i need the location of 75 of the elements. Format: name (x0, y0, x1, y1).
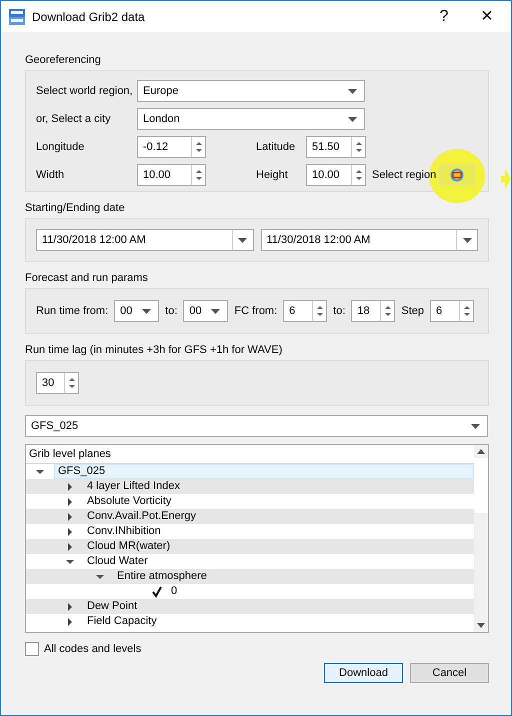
field-label: to: (333, 305, 346, 317)
expand-caret-icon[interactable] (66, 498, 74, 506)
highlight-arrow (501, 167, 511, 191)
select-region-button[interactable] (439, 165, 475, 185)
expand-caret-icon[interactable] (66, 482, 74, 490)
scrollbar[interactable] (474, 445, 488, 632)
section-label: Run time lag (in minutes +3h for GFS +1h for WAVE) (25, 344, 284, 356)
spin-arrows-icon (462, 304, 471, 318)
checkbox[interactable] (150, 585, 163, 598)
field-label: to: (165, 305, 178, 317)
spin-arrows-icon (384, 304, 392, 318)
field-label: Run time from: (36, 305, 108, 317)
spin-arrows-icon (194, 140, 202, 154)
scroll-up-arrow-icon[interactable] (477, 449, 485, 454)
field-label: Latitude (256, 141, 296, 153)
expand-caret-icon[interactable] (66, 602, 74, 610)
dropdown-caret-icon (348, 116, 357, 122)
section-label: Starting/Ending date (25, 202, 126, 214)
dropdown-caret-icon (348, 88, 357, 94)
map-region-icon (450, 168, 464, 182)
tree-item[interactable]: Conv.Avail.Pot.Energy (26, 509, 474, 524)
tree-item[interactable]: Cloud MR(water) (26, 539, 474, 554)
collapse-caret-icon[interactable] (36, 468, 44, 476)
expand-caret-icon[interactable] (66, 618, 74, 626)
dropdown-caret-icon (238, 238, 247, 242)
section-label: Forecast and run params (25, 272, 149, 284)
dialog-button[interactable]: Download (324, 663, 403, 683)
hour-dropdown[interactable]: 00 (183, 300, 228, 322)
model-dropdown[interactable]: GFS_025 (25, 415, 488, 437)
spin-arrows-icon (68, 376, 76, 390)
height-spinbox[interactable]: 10.00 (306, 164, 366, 186)
field-label: FC from: (234, 305, 278, 317)
spin-arrows-icon (354, 140, 362, 154)
spin-arrows-icon (194, 168, 202, 182)
end-date-picker[interactable]: 11/30/2018 12:00 AM (260, 229, 478, 251)
checkbox[interactable] (25, 642, 39, 656)
spin-arrows-icon (316, 304, 324, 318)
dropdown-caret-icon (142, 308, 152, 314)
start-date-picker[interactable]: 11/30/2018 12:00 AM (36, 229, 254, 251)
dropdown-caret-icon (211, 308, 220, 314)
window-title: Download Grib2 data (32, 10, 146, 24)
checkbox-label: All codes and levels (44, 643, 142, 655)
hour-spinbox[interactable]: 6 (430, 300, 474, 322)
spin-arrows-icon (354, 168, 362, 182)
hour-dropdown[interactable]: 00 (114, 300, 160, 322)
expand-caret-icon[interactable] (66, 512, 74, 520)
collapse-caret-icon[interactable] (96, 572, 104, 580)
collapse-caret-icon[interactable] (66, 558, 74, 566)
tree-item[interactable]: Dew Point (26, 599, 474, 614)
city-dropdown[interactable]: London (137, 108, 365, 130)
tree-item[interactable]: Entire atmosphere (26, 569, 474, 584)
field-label: Select world region, (36, 85, 134, 97)
scroll-down-arrow-icon[interactable] (477, 623, 485, 628)
latitude-spinbox[interactable]: 51.50 (306, 136, 366, 158)
field-label: or, Select a city (36, 113, 112, 125)
longitude-spinbox[interactable]: -0.12 (137, 136, 206, 158)
hour-spinbox[interactable]: 18 (351, 300, 396, 322)
expand-caret-icon[interactable] (66, 542, 74, 550)
dropdown-caret-icon (471, 424, 480, 428)
expand-caret-icon[interactable] (66, 528, 74, 536)
field-label: Longitude (36, 141, 86, 153)
width-spinbox[interactable]: 10.00 (137, 164, 206, 186)
lag-spinbox[interactable]: 30 (36, 372, 79, 394)
section-label: Georeferencing (25, 54, 102, 66)
region-dropdown[interactable]: Europe (137, 80, 365, 102)
field-label: Step (401, 305, 424, 317)
help-button[interactable]: ? (426, 8, 462, 26)
dialog-button[interactable]: Cancel (410, 663, 489, 683)
close-button[interactable]: × (469, 5, 505, 28)
field-label: Width (36, 169, 66, 181)
hour-spinbox[interactable]: 6 (283, 300, 328, 322)
field-label: Height (256, 169, 289, 181)
app-logo-icon (9, 8, 25, 24)
tree-item[interactable]: 4 layer Lifted Index (26, 479, 474, 494)
dropdown-caret-icon (462, 238, 472, 242)
